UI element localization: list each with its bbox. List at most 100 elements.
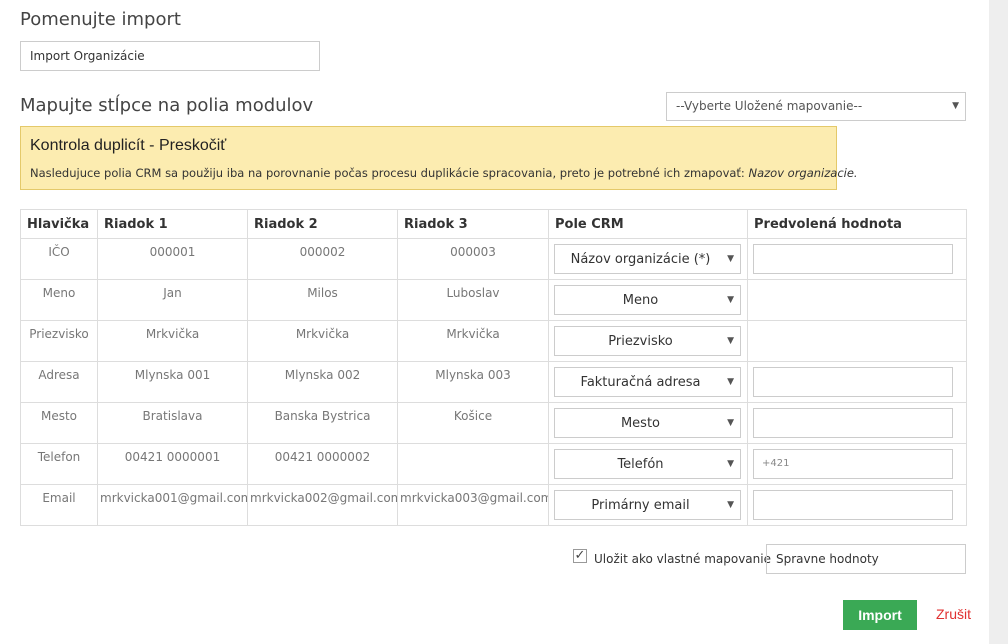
sample-value-cell: Bratislava	[97, 402, 248, 444]
chevron-down-icon: ▼	[727, 254, 734, 264]
default-value-cell	[747, 320, 967, 362]
default-value-input[interactable]	[753, 244, 953, 274]
duplicate-check-alert: Kontrola duplicít - Preskočiť Nasledujuc…	[20, 126, 858, 190]
sample-value-cell: Mrkvička	[97, 320, 248, 362]
crm-field-cell: Fakturačná adresa ▼	[548, 361, 748, 403]
crm-field-select[interactable]: Fakturačná adresa ▼	[554, 367, 741, 397]
crm-field-select[interactable]: Telefón ▼	[554, 449, 741, 479]
table-row: Adresa Mlynska 001 Mlynska 002 Mlynska 003 F…	[20, 361, 967, 403]
default-value-cell	[747, 484, 967, 526]
crm-field-select-value: Názov organizácie (*)	[570, 252, 711, 267]
table-header-row: Hlavička Riadok 1 Riadok 2 Riadok 3 Pole…	[20, 209, 967, 239]
sample-value-cell: 00421 0000002	[247, 443, 398, 485]
crm-field-select[interactable]: Primárny email ▼	[554, 490, 741, 520]
crm-field-select[interactable]: Názov organizácie (*) ▼	[554, 244, 741, 274]
sample-value-cell: Mlynska 002	[247, 361, 398, 403]
default-value-input[interactable]	[753, 367, 953, 397]
sample-value-cell: Košice	[397, 402, 549, 444]
table-row: Priezvisko Mrkvička Mrkvička Mrkvička Priezv…	[20, 320, 967, 362]
sample-value-cell: mrkvicka003@gmail.com	[397, 484, 549, 526]
table-row: Mesto Bratislava Banska Bystrica Košice Mest…	[20, 402, 967, 444]
import-button[interactable]: Import	[843, 600, 917, 630]
chevron-down-icon: ▼	[727, 377, 734, 387]
crm-field-cell: Mesto ▼	[548, 402, 748, 444]
default-value-input[interactable]	[753, 408, 953, 438]
sample-value-cell: Mrkvička	[397, 320, 549, 362]
sample-value-cell: Banska Bystrica	[247, 402, 398, 444]
table-row: Telefon 00421 0000001 00421 0000002 Telefón…	[20, 443, 967, 485]
saved-mapping-select-value: --Vyberte Uložené mapovanie--	[676, 99, 863, 113]
default-value-cell	[747, 361, 967, 403]
column-header: Hlavička	[20, 209, 98, 239]
row-header-cell: Priezvisko	[20, 320, 98, 362]
chevron-down-icon: ▼	[952, 101, 959, 111]
row-header-cell: Email	[20, 484, 98, 526]
sample-value-cell: Mlynska 001	[97, 361, 248, 403]
row-header-cell: Meno	[20, 279, 98, 321]
import-form: Pomenujte import Import Organizácie Mapu…	[20, 0, 971, 644]
crm-field-cell: Primárny email ▼	[548, 484, 748, 526]
column-header: Riadok 2	[247, 209, 398, 239]
sample-value-cell: Milos	[247, 279, 398, 321]
check-icon: ✓	[574, 548, 586, 563]
chevron-down-icon: ▼	[727, 500, 734, 510]
crm-field-select-value: Fakturačná adresa	[580, 375, 701, 390]
saved-mapping-select[interactable]: --Vyberte Uložené mapovanie-- ▼	[666, 92, 966, 121]
save-mapping-checkbox[interactable]: ✓	[573, 549, 587, 563]
row-header-cell: Mesto	[20, 402, 98, 444]
table-row: Email mrkvicka001@gmail.com mrkvicka002@gm…	[20, 484, 967, 526]
cancel-link[interactable]: Zrušit	[936, 606, 971, 622]
crm-field-cell: Meno ▼	[548, 279, 748, 321]
sample-value-cell: mrkvicka001@gmail.com	[97, 484, 248, 526]
column-header: Pole CRM	[548, 209, 748, 239]
default-value-cell	[747, 402, 967, 444]
crm-field-cell: Názov organizácie (*) ▼	[548, 238, 748, 280]
default-value-cell	[747, 279, 967, 321]
sample-value-cell: Jan	[97, 279, 248, 321]
duplicate-check-text: Nasledujuce polia CRM sa použiju iba na …	[30, 166, 858, 180]
duplicate-check-title: Kontrola duplicít - Preskočiť	[30, 137, 227, 154]
mapping-table: Hlavička Riadok 1 Riadok 2 Riadok 3 Pole…	[20, 209, 967, 526]
default-value-cell: +421	[747, 443, 967, 485]
duplicate-check-fields: Nazov organizacie.	[748, 166, 858, 180]
crm-field-cell: Telefón ▼	[548, 443, 748, 485]
crm-field-select-value: Primárny email	[591, 498, 690, 513]
sample-value-cell: Luboslav	[397, 279, 549, 321]
mapping-title: Mapujte stĺpce na polia modulov	[20, 95, 314, 116]
column-header: Riadok 3	[397, 209, 549, 239]
row-header-cell: Adresa	[20, 361, 98, 403]
row-header-cell: IČO	[20, 238, 98, 280]
import-name-title: Pomenujte import	[20, 9, 181, 30]
sample-value-cell: Mlynska 003	[397, 361, 549, 403]
import-name-input[interactable]: Import Organizácie	[20, 41, 320, 71]
sample-value-cell: 000001	[97, 238, 248, 280]
column-header: Riadok 1	[97, 209, 248, 239]
row-header-cell: Telefon	[20, 443, 98, 485]
sample-value-cell: 00421 0000001	[97, 443, 248, 485]
chevron-down-icon: ▼	[727, 418, 734, 428]
crm-field-select[interactable]: Meno ▼	[554, 285, 741, 315]
crm-field-select[interactable]: Priezvisko ▼	[554, 326, 741, 356]
chevron-down-icon: ▼	[727, 295, 734, 305]
default-value-cell	[747, 238, 967, 280]
crm-field-cell: Priezvisko ▼	[548, 320, 748, 362]
column-header: Predvolená hodnota	[747, 209, 967, 239]
save-mapping-label: Uložit ako vlastné mapovanie	[594, 552, 771, 566]
duplicate-check-description: Nasledujuce polia CRM sa použiju iba na …	[30, 166, 749, 180]
crm-field-select-value: Priezvisko	[608, 334, 673, 349]
mapping-name-input[interactable]: Spravne hodnoty	[766, 544, 966, 574]
sample-value-cell: mrkvicka002@gmail.com	[247, 484, 398, 526]
table-row: Meno Jan Milos Luboslav Meno ▼	[20, 279, 967, 321]
page-scrollbar[interactable]	[989, 0, 1008, 644]
sample-value-cell: 000003	[397, 238, 549, 280]
chevron-down-icon: ▼	[727, 336, 734, 346]
crm-field-select[interactable]: Mesto ▼	[554, 408, 741, 438]
sample-value-cell: 000002	[247, 238, 398, 280]
default-value-input[interactable]	[753, 490, 953, 520]
chevron-down-icon: ▼	[727, 459, 734, 469]
default-value-input[interactable]: +421	[753, 449, 953, 479]
crm-field-select-value: Meno	[622, 293, 659, 308]
crm-field-select-value: Telefón	[617, 457, 664, 472]
crm-field-select-value: Mesto	[620, 416, 661, 431]
sample-value-cell: Mrkvička	[247, 320, 398, 362]
